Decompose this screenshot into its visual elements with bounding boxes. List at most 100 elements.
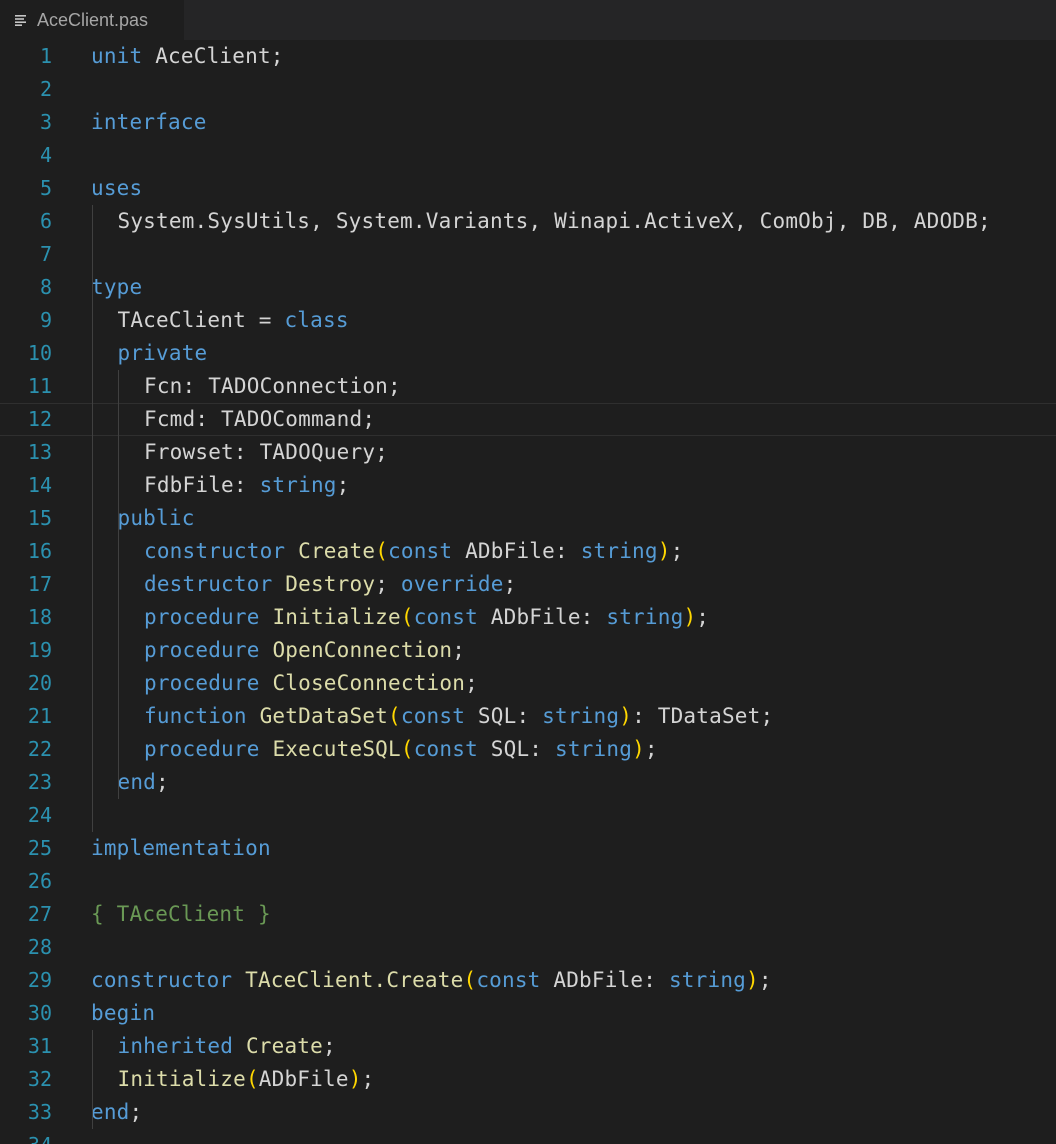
code-line[interactable]: 29 constructor TAceClient.Create(const AD… [0, 964, 1056, 997]
code-line[interactable]: 12 Fcmd: TADOCommand; [0, 403, 1056, 436]
code-token: AceClient; [142, 44, 284, 68]
line-number: 1 [39, 44, 52, 68]
code-line[interactable]: 5 uses [0, 172, 1056, 205]
code-token: private [117, 341, 208, 365]
code-line[interactable]: 16 constructor Create(const ADbFile: stri… [0, 535, 1056, 568]
code-line[interactable]: 9 TAceClient = class [0, 304, 1056, 337]
code-line[interactable]: 7 [0, 238, 1056, 271]
line-number: 8 [39, 275, 52, 299]
line-code: end; [118, 766, 169, 799]
code-line[interactable]: 4 [0, 139, 1056, 172]
line-code: function GetDataSet(const SQL: string): … [144, 700, 773, 733]
code-token: override [400, 572, 504, 596]
code-token: type [91, 275, 143, 299]
line-number: 4 [39, 143, 52, 167]
code-token: ADbFile: [540, 968, 669, 992]
code-editor[interactable]: 1 unit AceClient; 2 3 interface 4 5 uses 6 System… [0, 40, 1056, 1144]
code-line[interactable]: 22 procedure ExecuteSQL(const SQL: string… [0, 733, 1056, 766]
line-number: 10 [27, 341, 52, 365]
code-token: inherited [117, 1034, 234, 1058]
line-number: 29 [27, 968, 52, 992]
code-token: ) [632, 737, 645, 761]
line-number: 11 [27, 374, 52, 398]
code-token: constructor [144, 539, 286, 563]
code-line[interactable]: 2 [0, 73, 1056, 106]
code-line[interactable]: 1 unit AceClient; [0, 40, 1056, 73]
indent-guide [92, 1030, 93, 1129]
code-line[interactable]: 18 procedure Initialize(const ADbFile: st… [0, 601, 1056, 634]
code-token: ; [323, 1034, 336, 1058]
code-token: ExecuteSQL [272, 737, 401, 761]
code-token: ; [696, 605, 710, 629]
code-line[interactable]: 10 private [0, 337, 1056, 370]
line-code: System.SysUtils, System.Variants, Winapi… [118, 205, 991, 238]
line-number: 7 [39, 242, 52, 266]
code-line[interactable]: 32 Initialize(ADbFile); [0, 1063, 1056, 1096]
line-number: 3 [39, 110, 52, 134]
code-line[interactable]: 25 implementation [0, 832, 1056, 865]
line-code: { TAceClient } [91, 898, 271, 931]
line-number: 17 [27, 572, 52, 596]
code-token: System.SysUtils, System.Variants, Winapi… [117, 209, 991, 233]
line-code: constructor Create(const ADbFile: string… [144, 535, 683, 568]
code-line[interactable]: 31 inherited Create; [0, 1030, 1056, 1063]
line-code: procedure ExecuteSQL(const SQL: string); [144, 733, 658, 766]
code-token: ; [336, 473, 350, 497]
code-token: const [400, 704, 466, 728]
line-code: Fcn: TADOConnection; [144, 370, 401, 403]
code-line[interactable]: 27 { TAceClient } [0, 898, 1056, 931]
code-line[interactable]: 28 [0, 931, 1056, 964]
code-token: ; [375, 572, 401, 596]
line-number: 20 [27, 671, 52, 695]
line-code: interface [91, 106, 207, 139]
code-token: procedure [144, 671, 260, 695]
code-token: ( [463, 968, 477, 992]
code-line[interactable]: 13 Frowset: TADOQuery; [0, 436, 1056, 469]
line-number: 13 [27, 440, 52, 464]
code-line[interactable]: 14 FdbFile: string; [0, 469, 1056, 502]
line-number: 5 [39, 176, 52, 200]
code-line[interactable]: 34 [0, 1129, 1056, 1144]
code-line[interactable]: 17 destructor Destroy; override; [0, 568, 1056, 601]
code-line[interactable]: 30 begin [0, 997, 1056, 1030]
code-token: SQL: [477, 737, 555, 761]
code-line[interactable]: 6 System.SysUtils, System.Variants, Winap… [0, 205, 1056, 238]
code-token: unit [91, 44, 143, 68]
line-code: implementation [91, 832, 271, 865]
code-line[interactable]: 19 procedure OpenConnection; [0, 634, 1056, 667]
code-line[interactable]: 21 function GetDataSet(const SQL: string)… [0, 700, 1056, 733]
code-line[interactable]: 26 [0, 865, 1056, 898]
line-number: 12 [27, 407, 52, 431]
code-token: const [413, 737, 478, 761]
code-token: ADbFile: [452, 539, 581, 563]
line-code: destructor Destroy; override; [144, 568, 516, 601]
line-number: 6 [39, 209, 52, 233]
code-token: ADbFile: [477, 605, 607, 629]
code-line[interactable]: 33 end; [0, 1096, 1056, 1129]
code-token: public [117, 506, 195, 530]
tab-aceclient-pas[interactable]: AceClient.pas [0, 0, 184, 40]
code-token: Initialize [272, 605, 401, 629]
code-token: Fcmd: TADOCommand; [144, 407, 376, 431]
code-token: end [117, 770, 157, 794]
code-line[interactable]: 20 procedure CloseConnection; [0, 667, 1056, 700]
code-token: class [284, 308, 349, 332]
code-line[interactable]: 15 public [0, 502, 1056, 535]
line-number: 32 [27, 1067, 52, 1091]
code-line[interactable]: 23 end; [0, 766, 1056, 799]
code-token: procedure [144, 737, 260, 761]
code-line[interactable]: 8 type [0, 271, 1056, 304]
code-line[interactable]: 3 interface [0, 106, 1056, 139]
code-line[interactable]: 11 Fcn: TADOConnection; [0, 370, 1056, 403]
line-number: 23 [27, 770, 52, 794]
line-number: 33 [27, 1100, 52, 1124]
code-token: ADbFile [258, 1067, 349, 1091]
line-code: procedure Initialize(const ADbFile: stri… [144, 601, 709, 634]
code-token: ( [245, 1067, 259, 1091]
code-line[interactable]: 24 [0, 799, 1056, 832]
indent-guide [118, 535, 119, 799]
